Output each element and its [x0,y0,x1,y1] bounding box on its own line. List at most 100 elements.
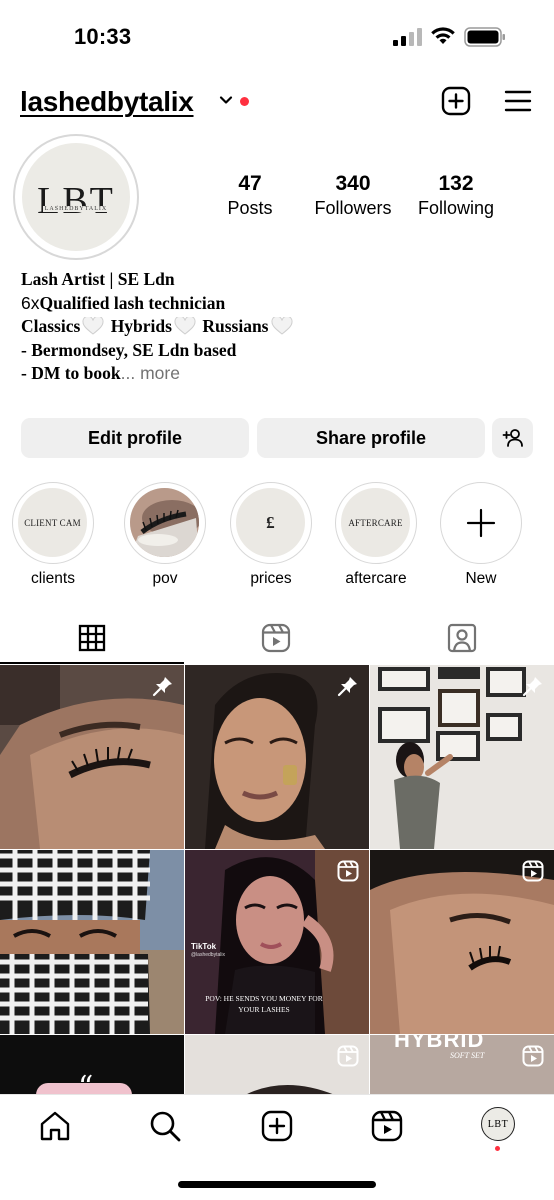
home-icon[interactable] [38,1109,72,1143]
white-heart-icon [174,317,196,335]
discover-people-button[interactable] [492,418,533,458]
post-thumbnail[interactable]: “ [0,1035,184,1095]
plus-icon [466,508,496,538]
reel-caption: POV: HE SENDS YOU MONEY FOR YOUR LASHES [205,994,323,1014]
followers-count: 340 [335,172,371,195]
avatar-monogram: LBT [37,180,115,222]
post-overlay-subtitle: SOFT SET [450,1051,485,1060]
posts-grid: TikTok @lashedbytalix POV: HE SENDS YOU … [0,665,554,1095]
reels-nav-icon[interactable] [370,1109,404,1143]
bio-style-hybrids: Hybrids [110,316,172,337]
bio-line: Classics Hybrids Russians [21,315,541,339]
followers-label: Followers [314,198,392,218]
grid-icon [78,624,106,652]
tab-tagged[interactable] [370,612,554,664]
search-icon[interactable] [148,1109,182,1143]
profile-nav-avatar[interactable]: LBT [481,1107,515,1141]
highlight-label: prices [250,570,292,587]
tab-reels[interactable] [184,612,368,664]
highlight-new[interactable]: New [439,482,523,588]
status-bar: 10:33 [0,0,554,70]
white-heart-icon [270,317,293,335]
tiktok-handle: @lashedbytalix [191,952,225,958]
profile-header: lashedbytalix [0,80,554,124]
post-thumbnail[interactable] [185,665,369,849]
bio-more-link[interactable]: ... more [121,363,180,383]
bio-qualified-prefix: 6x [21,292,40,313]
highlight-ring: £ [230,482,312,564]
highlight-clients[interactable]: CLIENT CAM clients [11,482,95,588]
create-post-icon[interactable] [441,86,471,116]
share-profile-button[interactable]: Share profile [257,418,485,458]
post-thumbnail[interactable] [370,665,554,849]
menu-icon[interactable] [504,88,532,114]
bio-book-text: - DM to book [21,363,121,384]
following-count: 132 [438,172,474,195]
notification-dot [495,1146,500,1151]
tiktok-watermark: TikTok [191,942,217,951]
bio-line: - Bermondsey, SE Ldn based [21,339,237,360]
highlight-cover: £ [236,488,305,557]
notification-dot [240,97,249,106]
post-thumbnail[interactable] [0,665,184,849]
stat-following[interactable]: 132 Following [412,172,500,219]
post-thumbnail[interactable]: HYBRID SOFT SET [370,1035,554,1095]
post-thumbnail[interactable] [370,850,554,1034]
add-person-icon [502,429,523,447]
lash-photo-image [130,488,199,557]
posts-count: 47 [238,172,262,195]
highlight-ring: AFTERCARE [335,482,417,564]
pinned-icon [522,677,542,697]
edit-profile-button[interactable]: Edit profile [21,418,249,458]
highlight-label: aftercare [345,570,407,587]
bio-style-classics: Classics [21,316,81,337]
avatar-subtitle: LASHEDBYTALIX [42,206,110,212]
white-heart-icon [82,317,104,335]
bio-qualified-text: Qualified lash technician [39,292,226,313]
bio-line: - DM to book... more [21,362,541,386]
reel-icon [522,1045,544,1067]
highlight-ring: CLIENT CAM [12,482,94,564]
reels-icon [261,623,291,653]
highlight-label: pov [152,570,178,587]
stat-followers[interactable]: 340 Followers [308,172,398,219]
post-thumbnail[interactable] [0,850,184,1034]
highlight-prices[interactable]: £ prices [229,482,313,588]
reel-icon [337,860,359,882]
following-label: Following [417,198,495,218]
highlight-cover-photo [130,488,199,557]
username-switcher[interactable]: lashedbytalix [20,86,194,118]
highlight-cover: AFTERCARE [341,488,410,557]
create-icon[interactable] [260,1109,294,1143]
profile-bio: Lash Artist | SE Ldn 6xQualified lash te… [21,268,541,386]
bio-style-russians: Russians [202,316,269,337]
post-thumbnail[interactable]: TikTok @lashedbytalix POV: HE SENDS YOU … [185,850,369,1034]
avatar-logo: LBT LASHEDBYTALIX [22,143,130,251]
post-image [0,850,184,1034]
svg-text:“: “ [78,1070,93,1095]
posts-label: Posts [227,198,273,218]
highlight-pov[interactable]: pov [123,482,207,588]
active-tab-indicator [0,662,184,664]
post-thumbnail[interactable] [185,1035,369,1095]
bio-line: Lash Artist | SE Ldn [21,269,175,289]
battery-icon [464,27,505,47]
tab-posts-grid[interactable] [0,612,184,664]
highlight-ring [440,482,522,564]
reel-icon [337,1045,359,1067]
highlight-ring [124,482,206,564]
bio-line: 6xQualified lash technician [21,292,541,316]
reel-icon [522,860,544,882]
home-indicator [178,1181,376,1188]
profile-avatar[interactable]: LBT LASHEDBYTALIX [13,134,139,260]
highlight-aftercare[interactable]: AFTERCARE aftercare [334,482,418,588]
highlight-label: New [465,570,497,587]
post-image: “ [0,1035,184,1095]
chevron-down-icon[interactable] [218,92,234,108]
stat-posts[interactable]: 47 Posts [214,172,286,219]
wifi-icon [431,27,455,44]
profile-tabs [0,612,554,664]
highlight-label: clients [31,570,75,587]
cellular-signal-icon [393,28,422,46]
pinned-icon [152,677,172,697]
